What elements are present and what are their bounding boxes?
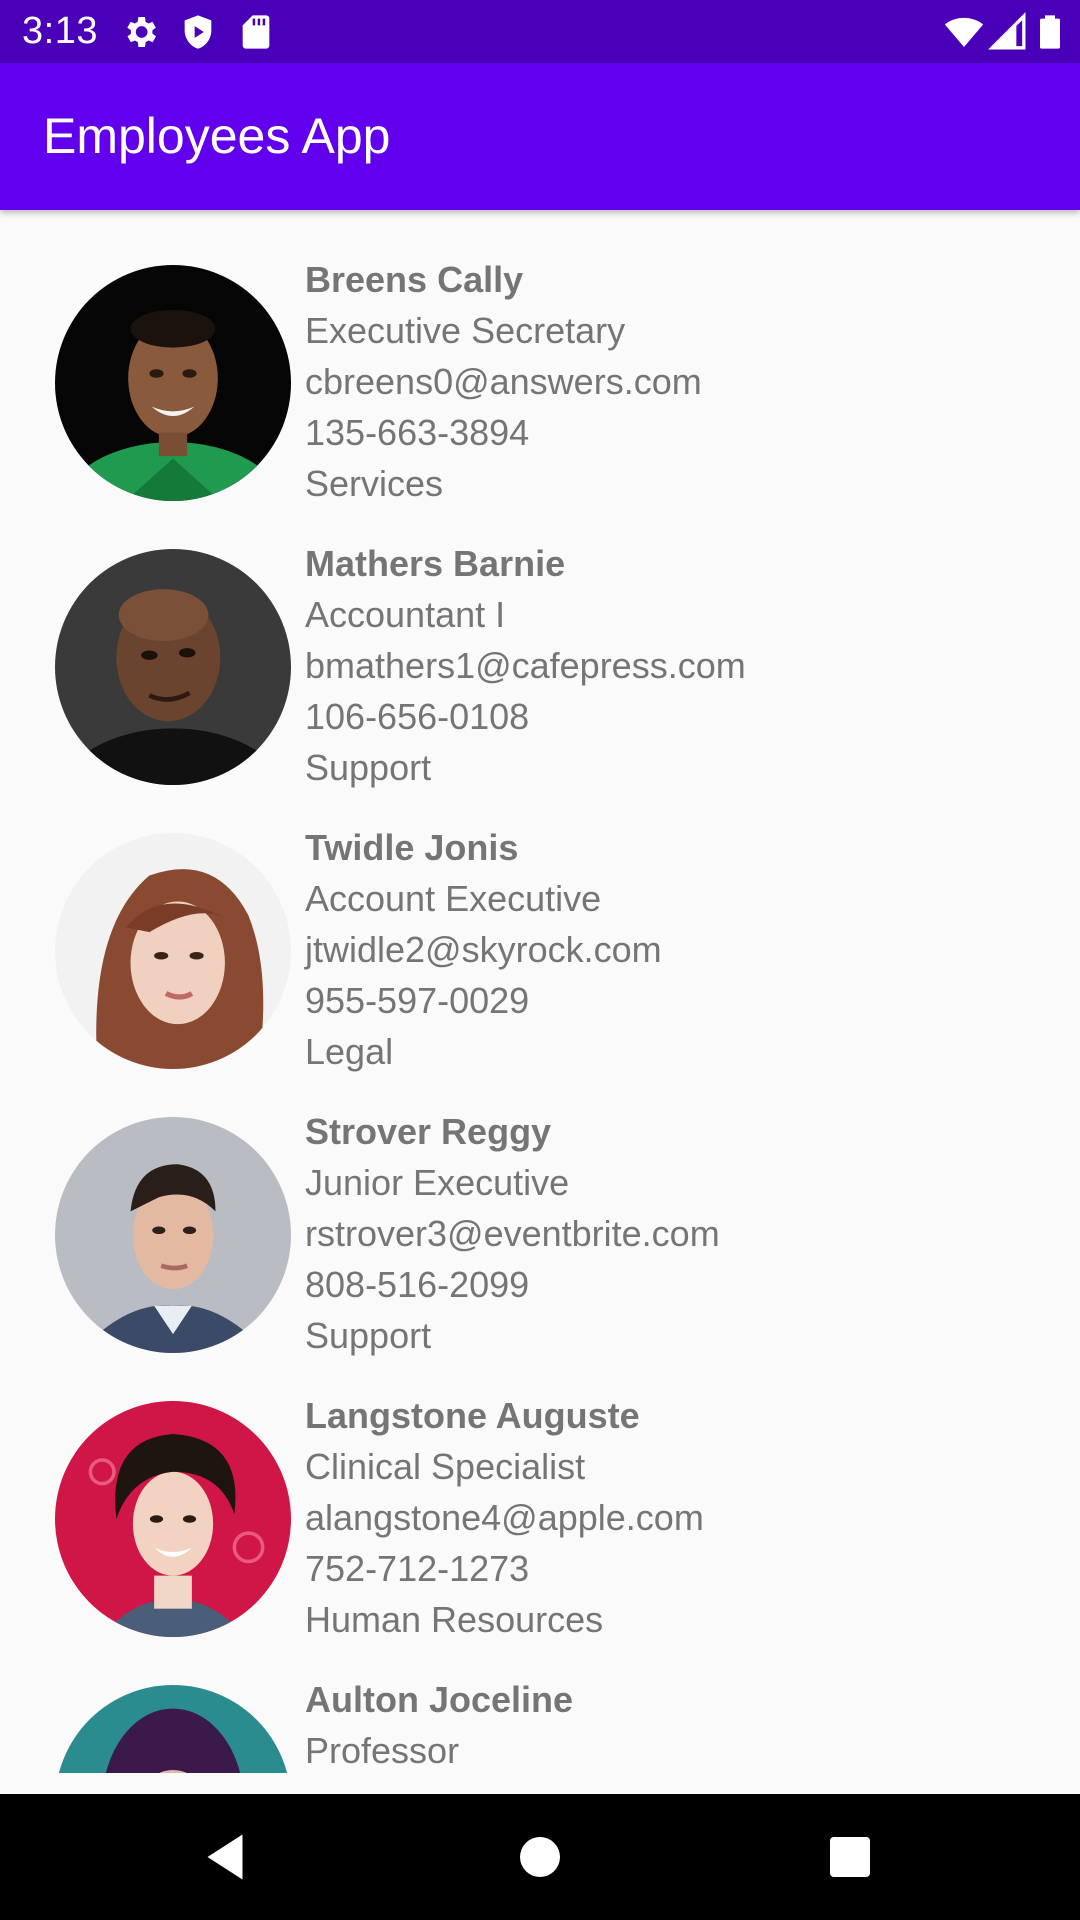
employee-phone: 808-516-2099	[305, 1264, 530, 1305]
employee-email: rstrover3@eventbrite.com	[305, 1213, 720, 1254]
employee-avatar	[55, 1401, 291, 1637]
employee-name: Breens Cally	[305, 259, 524, 300]
employee-name: Mathers Barnie	[305, 543, 566, 584]
employee-info: Langstone Auguste Clinical Specialist al…	[305, 1390, 704, 1645]
employee-phone: 135-663-3894	[305, 412, 530, 453]
battery-icon	[1030, 12, 1070, 52]
employee-info: Strover Reggy Junior Executive rstrover3…	[305, 1106, 720, 1361]
employee-avatar	[55, 833, 291, 1069]
status-time: 3:13	[22, 10, 98, 52]
employee-title: Clinical Specialist	[305, 1446, 586, 1487]
employee-info: Breens Cally Executive Secretary cbreens…	[305, 254, 702, 509]
navigation-bar	[0, 1794, 1080, 1920]
recents-icon[interactable]	[820, 1827, 880, 1887]
employee-name: Twidle Jonis	[305, 827, 519, 868]
employee-avatar	[55, 1117, 291, 1353]
employee-title: Account Executive	[305, 878, 602, 919]
back-icon[interactable]	[195, 1827, 255, 1887]
employee-row[interactable]: Breens Cally Executive Secretary cbreens…	[0, 210, 1080, 504]
employee-info: Aulton Joceline Professor	[305, 1674, 573, 1773]
employee-info: Mathers Barnie Accountant I bmathers1@ca…	[305, 538, 746, 793]
employee-avatar	[55, 265, 291, 501]
employees-screen: 3:13 Employees App Breens Cally Executiv…	[0, 0, 1080, 1920]
cell-signal-icon	[988, 12, 1028, 52]
employee-title: Professor	[305, 1730, 460, 1771]
employee-avatar	[55, 549, 291, 785]
employee-list[interactable]: Breens Cally Executive Secretary cbreens…	[0, 210, 1080, 1773]
employee-info: Twidle Jonis Account Executive jtwidle2@…	[305, 822, 662, 1077]
employee-phone: 106-656-0108	[305, 696, 530, 737]
employee-name: Strover Reggy	[305, 1111, 552, 1152]
app-title: Employees App	[43, 108, 391, 164]
wifi-icon	[944, 12, 984, 52]
employee-name: Aulton Joceline	[305, 1679, 574, 1720]
employee-title: Junior Executive	[305, 1162, 570, 1203]
employee-row[interactable]: Langstone Auguste Clinical Specialist al…	[0, 1346, 1080, 1640]
employee-avatar	[55, 1685, 291, 1773]
employee-phone: 752-712-1273	[305, 1548, 530, 1589]
play-protect-icon	[178, 12, 218, 52]
employee-phone: 955-597-0029	[305, 980, 530, 1021]
status-bar: 3:13	[0, 0, 1080, 63]
settings-gear-icon	[120, 12, 160, 52]
employee-row[interactable]: Twidle Jonis Account Executive jtwidle2@…	[0, 778, 1080, 1072]
employee-title: Executive Secretary	[305, 310, 626, 351]
home-icon[interactable]	[510, 1827, 570, 1887]
sd-card-icon	[236, 12, 276, 52]
employee-row[interactable]: Mathers Barnie Accountant I bmathers1@ca…	[0, 494, 1080, 788]
app-bar: Employees App	[0, 63, 1080, 210]
employee-list-viewport: Breens Cally Executive Secretary cbreens…	[0, 210, 1080, 1773]
employee-row[interactable]: Strover Reggy Junior Executive rstrover3…	[0, 1062, 1080, 1356]
employee-name: Langstone Auguste	[305, 1395, 640, 1436]
employee-email: alangstone4@apple.com	[305, 1497, 704, 1538]
employee-email: bmathers1@cafepress.com	[305, 645, 746, 686]
employee-row[interactable]: Aulton Joceline Professor	[0, 1630, 1080, 1773]
employee-title: Accountant I	[305, 594, 506, 635]
employee-email: cbreens0@answers.com	[305, 361, 702, 402]
employee-email: jtwidle2@skyrock.com	[305, 929, 662, 970]
